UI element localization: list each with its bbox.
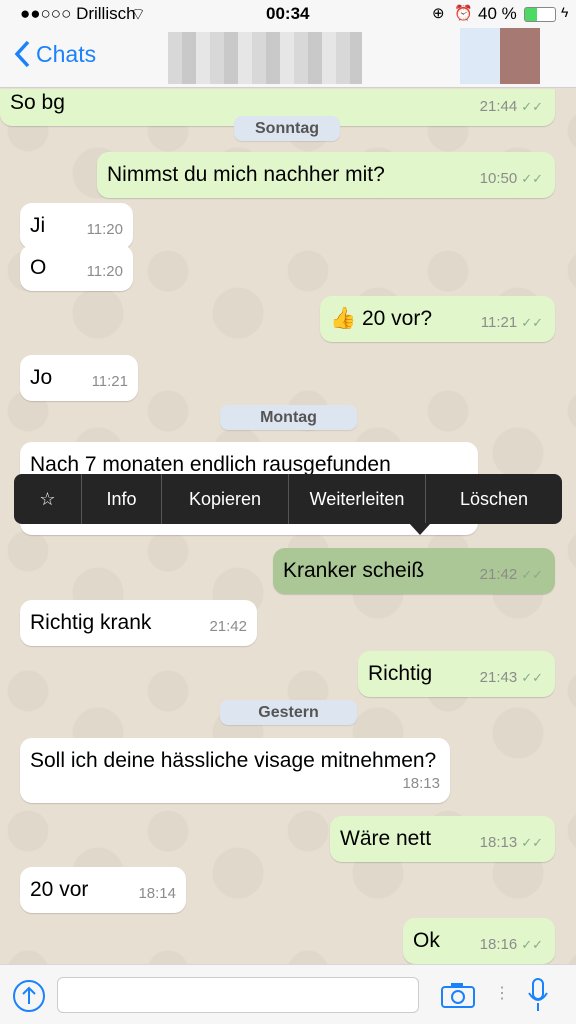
message-time: 21:43 ✓✓ [479, 669, 543, 686]
back-button[interactable]: Chats [14, 40, 96, 68]
incoming-message[interactable]: Jo 11:21 [20, 355, 138, 401]
message-time: 10:50 ✓✓ [479, 170, 543, 187]
message-text: So bg [10, 91, 65, 114]
incoming-message[interactable]: Soll ich deine hässliche visage mitnehme… [20, 738, 450, 803]
read-receipt-icon: ✓✓ [521, 171, 543, 186]
incoming-message[interactable]: Richtig krank 21:42 [20, 600, 257, 646]
menu-info[interactable]: Info [82, 474, 162, 524]
read-receipt-icon: ✓✓ [521, 315, 543, 330]
incoming-message[interactable]: 20 vor 18:14 [20, 867, 186, 913]
date-divider: Gestern [220, 700, 357, 725]
message-text: Nimmst du mich nachher mit? [107, 163, 385, 186]
chat-area[interactable]: So bg 21:44 ✓✓ Sonntag Nimmst du mich nachhe… [0, 89, 576, 964]
date-divider: Montag [220, 405, 357, 430]
input-bar: ⋮ [0, 964, 576, 1024]
context-menu-pointer [409, 523, 431, 535]
outgoing-message[interactable]: Wäre nett 18:13 ✓✓ [330, 816, 555, 862]
read-receipt-icon: ✓✓ [521, 937, 543, 952]
date-divider: Sonntag [234, 116, 340, 141]
outgoing-message[interactable]: 👍 20 vor? 11:21 ✓✓ [320, 296, 555, 342]
battery-percent: 40 % [478, 4, 517, 23]
menu-delete[interactable]: Löschen [426, 474, 562, 524]
message-text: Soll ich deine hässliche visage mitnehme… [30, 749, 437, 772]
message-time: 11:20 [86, 263, 123, 280]
microphone-icon[interactable] [527, 977, 549, 1013]
back-label: Chats [36, 40, 97, 67]
star-button[interactable]: ☆ [14, 474, 82, 524]
chevron-left-icon [14, 40, 30, 68]
charging-icon: ϟ [561, 4, 569, 20]
contact-name-blurred[interactable] [168, 32, 362, 84]
outgoing-message[interactable]: Richtig 21:43 ✓✓ [358, 651, 555, 697]
message-time: 11:21 [91, 373, 128, 390]
alarm-icon: ⏰ [454, 5, 473, 22]
message-time: 18:14 [138, 885, 176, 902]
share-icon[interactable] [12, 979, 46, 1013]
message-time: 11:21 ✓✓ [480, 314, 543, 331]
avatar[interactable] [460, 28, 540, 84]
separator-dots: ⋮ [494, 985, 510, 1002]
message-time: 21:42 [209, 618, 247, 635]
battery-icon [524, 7, 556, 22]
read-receipt-icon: ✓✓ [521, 99, 543, 114]
message-time: 18:13 ✓✓ [479, 834, 543, 851]
menu-copy[interactable]: Kopieren [162, 474, 289, 524]
message-time: 11:20 [86, 221, 123, 238]
message-text: Richtig krank [30, 611, 152, 634]
read-receipt-icon: ✓✓ [521, 567, 543, 582]
incoming-message[interactable]: O 11:20 [20, 245, 133, 291]
clock: 00:34 [266, 4, 310, 23]
outgoing-message[interactable]: Kranker scheiß 21:42 ✓✓ [273, 548, 555, 594]
outgoing-message[interactable]: Ok 18:16 ✓✓ [403, 918, 555, 964]
message-input[interactable] [57, 977, 419, 1013]
carrier: ●●○○○ Drillisch [20, 4, 136, 23]
nav-bar: Chats [0, 28, 576, 88]
message-time: 18:16 ✓✓ [479, 936, 543, 953]
read-receipt-icon: ✓✓ [521, 670, 543, 685]
message-time: 21:42 ✓✓ [479, 566, 543, 583]
status-bar: ●●○○○ Drillisch ⌔ 00:34 ⊕ ⏰ 40 % ϟ [0, 0, 576, 28]
message-time: 18:13 [402, 775, 440, 792]
star-icon: ☆ [39, 488, 56, 509]
camera-icon[interactable] [440, 981, 476, 1009]
message-time: 21:44 ✓✓ [479, 98, 543, 115]
outgoing-message[interactable]: Nimmst du mich nachher mit? 10:50 ✓✓ [97, 152, 555, 198]
context-menu: ☆ Info Kopieren Weiterleiten Löschen [14, 474, 562, 524]
wifi-icon: ⌔ [130, 5, 146, 24]
rotation-lock-icon: ⊕ [432, 5, 445, 22]
read-receipt-icon: ✓✓ [521, 835, 543, 850]
menu-forward[interactable]: Weiterleiten [289, 474, 426, 524]
incoming-message[interactable]: Ji 11:20 [20, 203, 133, 249]
